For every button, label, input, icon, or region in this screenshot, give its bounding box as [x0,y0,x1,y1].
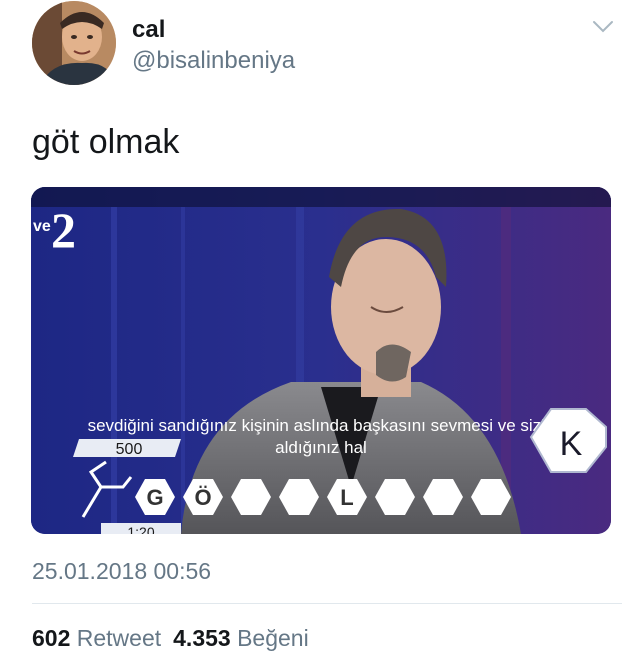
svg-text:L: L [340,485,353,510]
retweet-number: 602 [32,625,71,651]
like-count[interactable]: 4.353 Beğeni [173,625,309,651]
divider [32,603,622,604]
user-names: cal @bisalinbeniya [132,16,295,76]
tweet-stats: 602 Retweet 4.353 Beğeni [32,623,309,653]
display-name[interactable]: cal [132,16,295,44]
like-label: Beğeni [237,625,309,651]
svg-text:aldığınız hal: aldığınız hal [275,438,367,457]
retweet-count[interactable]: 602 Retweet [32,625,161,651]
svg-text:Ö: Ö [194,485,211,510]
tweet-header: cal @bisalinbeniya [30,0,620,90]
tweet-text: göt olmak [32,123,180,161]
like-number: 4.353 [173,625,231,651]
chevron-down-icon[interactable] [592,20,614,34]
avatar-image [32,1,116,85]
svg-text:K: K [560,425,583,463]
svg-text:G: G [146,485,163,510]
timer-text: 1:20 [127,524,154,534]
tv-screenshot: ve 2 sevdiğini sandığınız kişinin aslınd… [31,187,611,534]
user-handle[interactable]: @bisalinbeniya [132,46,295,76]
svg-text:sevdiğini sandığınız kişinin a: sevdiğini sandığınız kişinin aslında baş… [88,416,555,435]
tweet-timestamp[interactable]: 25.01.2018 00:56 [32,556,211,586]
score-badge: 500 [73,439,181,458]
svg-text:500: 500 [116,441,143,458]
retweet-label: Retweet [76,625,162,651]
tweet-media[interactable]: ve 2 sevdiğini sandığınız kişinin aslınd… [31,187,611,534]
user-avatar[interactable] [32,1,116,85]
svg-text:2: 2 [51,202,76,258]
svg-text:ve: ve [33,218,51,235]
